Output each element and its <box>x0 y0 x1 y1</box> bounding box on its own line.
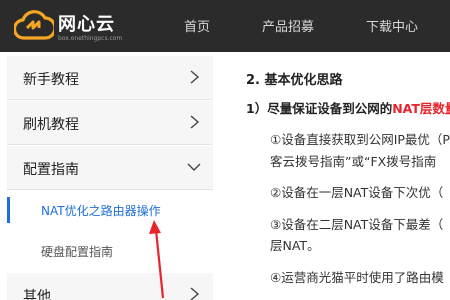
sidebar-item-label: 刷机教程 <box>23 117 79 133</box>
sidebar-subitem-disk-config[interactable]: 硬盘配置指南 <box>7 232 213 272</box>
subsection-heading-highlight: NAT层数量 <box>392 101 450 116</box>
paragraph-3-line-2: 层NAT。 <box>270 238 320 253</box>
sidebar-item-config-guide[interactable]: 配置指南 <box>7 146 213 190</box>
nav-products[interactable]: 产品招募 <box>262 16 314 35</box>
sidebar-subitem-label: 硬盘配置指南 <box>41 245 114 259</box>
section-heading: 2. 基本优化思路 <box>246 73 343 88</box>
sidebar-subitem-label: NAT优化之路由器操作 <box>41 204 161 218</box>
paragraph-4-line-1: ④运营商光猫平时使用了路由模 <box>270 270 444 285</box>
chevron-right-icon <box>190 115 200 129</box>
sidebar-item-beginner-tutorial[interactable]: 新手教程 <box>7 56 213 100</box>
paragraph-2-line-1: ②设备在一层NAT设备下次优（ <box>270 185 444 200</box>
sidebar-item-label: 其他 <box>23 289 51 300</box>
brand-name: 网心云 <box>58 14 115 35</box>
brand-logo[interactable]: 网心云 box.onethingpcs.com <box>14 8 164 48</box>
sidebar-item-label: 新手教程 <box>23 72 79 88</box>
brand-domain: box.onethingpcs.com <box>58 35 123 42</box>
sidebar: 新手教程 刷机教程 配置指南 NAT优化之路由器操作 硬盘配置指南 其他 <box>0 52 220 300</box>
article-content: 2. 基本优化思路 1）尽量保证设备到公网的NAT层数量 ①设备直接获取到公网I… <box>222 52 450 300</box>
chevron-right-icon <box>190 70 200 84</box>
chevron-down-icon <box>187 163 201 171</box>
sidebar-subitem-nat-router[interactable]: NAT优化之路由器操作 <box>7 191 213 231</box>
top-navbar: 网心云 box.onethingpcs.com 首页 产品招募 下载中心 <box>0 0 450 52</box>
paragraph-1-line-1: ①设备直接获取到公网IP最优（P <box>270 132 450 147</box>
sidebar-item-label: 配置指南 <box>23 162 79 178</box>
active-indicator <box>7 197 10 223</box>
subsection-heading-text: 1）尽量保证设备到公网的 <box>246 101 393 116</box>
paragraph-1-line-2: 客云拨号指南”或“FX拨号指南 <box>270 154 437 169</box>
nav-download[interactable]: 下载中心 <box>366 16 418 35</box>
nav-home[interactable]: 首页 <box>184 16 210 35</box>
chevron-right-icon <box>190 287 200 300</box>
sidebar-item-other[interactable]: 其他 <box>7 273 213 300</box>
cloud-logo-icon <box>14 10 54 40</box>
paragraph-3-line-1: ③设备在二层NAT设备下最差（ <box>270 217 444 232</box>
sidebar-item-flash-tutorial[interactable]: 刷机教程 <box>7 101 213 145</box>
subsection-heading: 1）尽量保证设备到公网的NAT层数量 <box>246 98 450 117</box>
